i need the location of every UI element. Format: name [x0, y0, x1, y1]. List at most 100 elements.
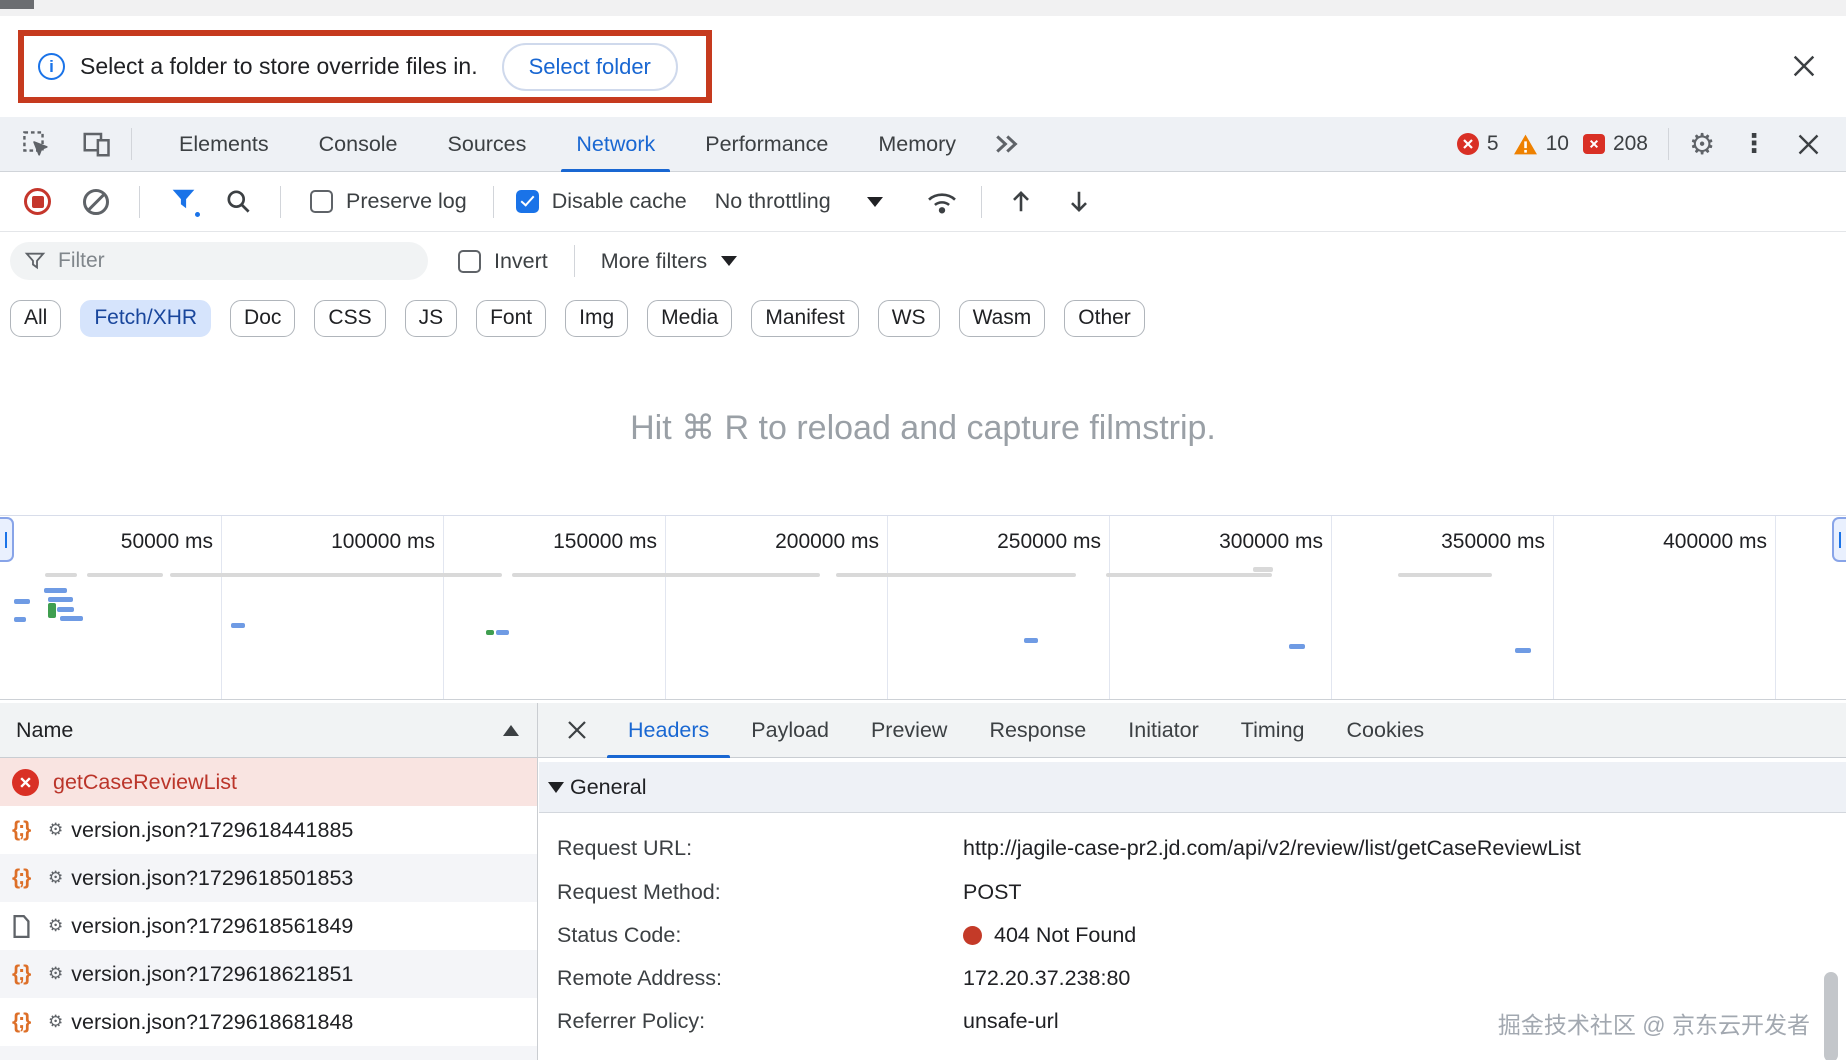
chip-js[interactable]: JS: [405, 300, 458, 337]
name-column-header[interactable]: Name: [16, 718, 73, 743]
tab-headers[interactable]: Headers: [607, 703, 730, 758]
filter-input-pill[interactable]: [10, 242, 428, 280]
request-row[interactable]: {;} ⚙ version.json?1729618741875: [0, 1046, 537, 1060]
chip-manifest[interactable]: Manifest: [751, 300, 858, 337]
device-toolbar-icon[interactable]: [81, 129, 111, 159]
timeline-right-handle[interactable]: [1832, 517, 1846, 562]
waterfall-mark: [1106, 573, 1272, 577]
panel-header-band: Name Headers Payload Preview Response In…: [0, 703, 1846, 758]
checkbox-unchecked[interactable]: [310, 190, 333, 213]
tab-memory[interactable]: Memory: [853, 117, 981, 172]
warning-count-badge[interactable]: 10: [1513, 132, 1569, 156]
divider: [131, 128, 132, 160]
search-icon[interactable]: [225, 188, 252, 215]
error-count-badge[interactable]: 5: [1457, 132, 1499, 156]
timeline-tick: 150000 ms: [444, 516, 666, 699]
filter-input[interactable]: [58, 249, 388, 273]
devtools-tabbar: Elements Console Sources Network Perform…: [0, 117, 1846, 172]
tab-initiator[interactable]: Initiator: [1107, 703, 1220, 758]
gear-icon: ⚙: [48, 868, 63, 888]
tab-cookies[interactable]: Cookies: [1326, 703, 1446, 758]
json-file-icon: {;}: [12, 962, 42, 986]
reload-hint-message: Hit ⌘ R to reload and capture filmstrip.: [0, 408, 1846, 448]
waterfall-mark: [496, 630, 509, 635]
chip-css[interactable]: CSS: [314, 300, 385, 337]
select-folder-button[interactable]: Select folder: [502, 43, 678, 91]
page-edge-artifact: [0, 0, 34, 9]
divider: [574, 245, 575, 277]
checkbox-unchecked[interactable]: [458, 250, 481, 273]
tab-response[interactable]: Response: [968, 703, 1107, 758]
request-list: getCaseReviewList {;} ⚙ version.json?172…: [0, 758, 538, 1060]
chip-ws[interactable]: WS: [878, 300, 940, 337]
chip-other[interactable]: Other: [1064, 300, 1145, 337]
more-options-icon[interactable]: ⋮: [1741, 131, 1767, 157]
request-table-header[interactable]: Name: [0, 703, 538, 757]
invert-checkbox[interactable]: Invert: [458, 249, 548, 274]
chip-img[interactable]: Img: [565, 300, 628, 337]
disable-cache-checkbox[interactable]: Disable cache: [516, 189, 687, 214]
chip-all[interactable]: All: [10, 300, 61, 337]
chip-fetch-xhr[interactable]: Fetch/XHR: [80, 300, 211, 337]
chip-doc[interactable]: Doc: [230, 300, 295, 337]
field-label: Referrer Policy:: [557, 1009, 705, 1034]
import-har-icon[interactable]: [1066, 188, 1092, 215]
general-section-header[interactable]: General: [539, 762, 1846, 813]
tab-console[interactable]: Console: [294, 117, 423, 172]
warning-count: 10: [1546, 132, 1569, 156]
inspect-element-icon[interactable]: [22, 130, 51, 159]
issues-count-badge[interactable]: 208: [1583, 132, 1648, 156]
page-top-strip: [0, 0, 1846, 16]
error-count: 5: [1487, 132, 1499, 156]
request-row[interactable]: ⚙ version.json?1729618561849: [0, 902, 537, 950]
tab-elements[interactable]: Elements: [154, 117, 294, 172]
close-detail-icon[interactable]: [565, 718, 589, 742]
tab-timing[interactable]: Timing: [1220, 703, 1326, 758]
infobar-close-icon[interactable]: [1790, 52, 1818, 80]
issues-icon: [1583, 134, 1605, 154]
chip-media[interactable]: Media: [647, 300, 732, 337]
settings-gear-icon[interactable]: ⚙: [1689, 130, 1715, 159]
request-row[interactable]: {;} ⚙ version.json?1729618501853: [0, 854, 537, 902]
chip-font[interactable]: Font: [476, 300, 546, 337]
request-name: version.json?1729618441885: [71, 818, 353, 843]
tab-sources[interactable]: Sources: [423, 117, 552, 172]
filter-active-dot: [193, 210, 202, 219]
funnel-icon: [24, 250, 46, 272]
filter-toggle-icon[interactable]: [170, 186, 197, 217]
clear-network-log-icon[interactable]: [83, 189, 109, 215]
request-row[interactable]: {;} ⚙ version.json?1729618441885: [0, 806, 537, 854]
chip-wasm[interactable]: Wasm: [959, 300, 1046, 337]
waterfall-mark: [1515, 648, 1531, 653]
preserve-log-checkbox[interactable]: Preserve log: [310, 189, 467, 214]
waterfall-mark: [45, 573, 77, 577]
gear-icon: ⚙: [48, 1012, 63, 1032]
waterfall-mark: [1289, 644, 1305, 649]
waterfall-mark: [14, 617, 26, 622]
request-row[interactable]: {;} ⚙ version.json?1729618681848: [0, 998, 537, 1046]
invert-label: Invert: [494, 249, 548, 274]
throttling-dropdown[interactable]: No throttling: [715, 189, 883, 214]
export-har-icon[interactable]: [1008, 188, 1034, 215]
more-filters-dropdown[interactable]: More filters: [601, 249, 737, 274]
tab-performance[interactable]: Performance: [680, 117, 853, 172]
timeline-tick: 350000 ms: [1332, 516, 1554, 699]
more-tabs-icon[interactable]: [991, 129, 1021, 159]
detail-tabs-band: Headers Payload Preview Response Initiat…: [539, 703, 1846, 757]
checkbox-checked[interactable]: [516, 190, 539, 213]
waterfall-mark: [1398, 573, 1492, 577]
request-row-selected[interactable]: getCaseReviewList: [0, 758, 537, 806]
devtools-close-icon[interactable]: [1795, 131, 1822, 158]
waterfall-mark: [1024, 638, 1038, 643]
record-network-log-button[interactable]: [24, 188, 51, 215]
vertical-scrollbar-thumb[interactable]: [1824, 972, 1838, 1060]
tab-payload[interactable]: Payload: [730, 703, 850, 758]
request-name: version.json?1729618501853: [71, 866, 353, 891]
timeline-left-handle[interactable]: [0, 517, 14, 562]
request-type-chips: All Fetch/XHR Doc CSS JS Font Img Media …: [0, 290, 1846, 346]
tab-network[interactable]: Network: [551, 117, 680, 172]
network-overview-timeline[interactable]: 50000 ms 100000 ms 150000 ms 200000 ms 2…: [0, 515, 1846, 700]
network-conditions-icon[interactable]: [925, 189, 959, 215]
request-row[interactable]: {;} ⚙ version.json?1729618621851: [0, 950, 537, 998]
tab-preview[interactable]: Preview: [850, 703, 968, 758]
